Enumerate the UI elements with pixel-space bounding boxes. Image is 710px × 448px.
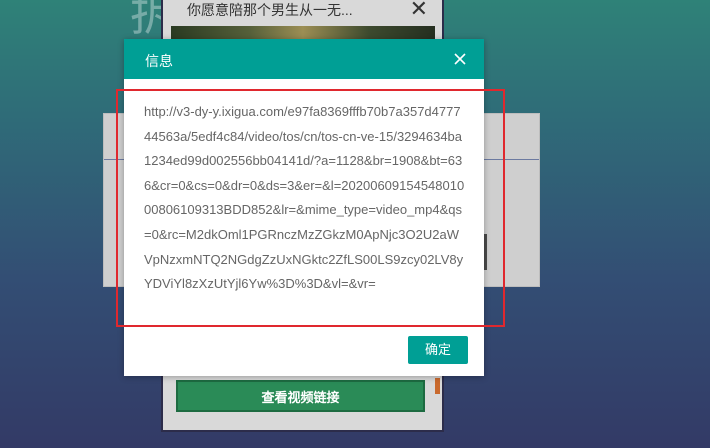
video-url-text: http://v3-dy-y.ixigua.com/e97fa8369fffb7… [144, 104, 465, 292]
confirm-button[interactable]: 确定 [408, 336, 468, 364]
scrollbar-thumb[interactable] [435, 378, 440, 394]
view-video-link-button[interactable]: 查看视频链接 [176, 380, 425, 412]
video-card-title: 你愿意陪那个男生从一无... [187, 2, 353, 18]
close-icon[interactable] [452, 51, 468, 67]
dialog-header: 信息 [124, 39, 484, 79]
info-dialog: 信息 http://v3-dy-y.ixigua.com/e97fa8369ff… [124, 39, 484, 376]
dialog-title: 信息 [145, 53, 173, 69]
video-thumbnail [171, 26, 435, 40]
close-icon[interactable]: ✕ [410, 0, 428, 22]
